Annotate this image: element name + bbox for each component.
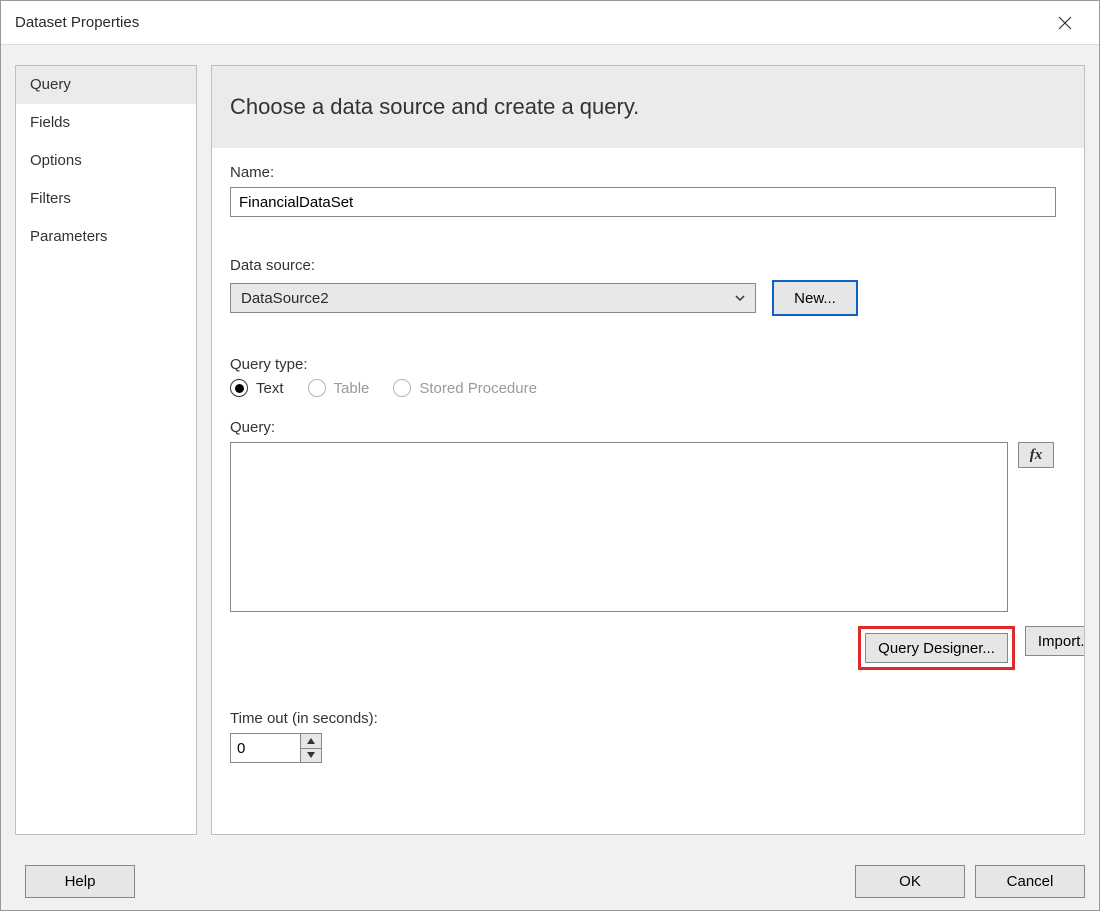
querytype-radio-group: Text Table Stored Procedure: [230, 379, 1066, 397]
sidebar-item-query[interactable]: Query: [16, 66, 196, 104]
sidebar-item-fields[interactable]: Fields: [16, 104, 196, 142]
titlebar: Dataset Properties: [1, 1, 1099, 45]
spinner-buttons: [300, 733, 322, 763]
radio-table: Table: [308, 379, 370, 397]
ok-button[interactable]: OK: [855, 865, 965, 898]
sidebar-item-label: Filters: [30, 190, 71, 207]
close-button[interactable]: [1045, 1, 1085, 45]
cancel-button[interactable]: Cancel: [975, 865, 1085, 898]
button-label: Help: [65, 873, 96, 890]
radio-icon: [308, 379, 326, 397]
sidebar-item-filters[interactable]: Filters: [16, 180, 196, 218]
sidebar: Query Fields Options Filters Parameters: [15, 65, 197, 835]
radio-text[interactable]: Text: [230, 379, 284, 397]
import-button[interactable]: Import...: [1025, 626, 1084, 656]
query-textarea[interactable]: [230, 442, 1008, 612]
dialog-body: Query Fields Options Filters Parameters …: [1, 45, 1099, 852]
spinner-down-button[interactable]: [301, 749, 321, 763]
radio-label: Table: [334, 380, 370, 397]
name-label: Name:: [230, 164, 1066, 181]
fx-icon: fx: [1030, 447, 1043, 464]
sidebar-item-options[interactable]: Options: [16, 142, 196, 180]
button-label: Import...: [1038, 633, 1084, 650]
triangle-up-icon: [307, 738, 315, 744]
radio-label: Text: [256, 380, 284, 397]
triangle-down-icon: [307, 752, 315, 758]
main-panel: Choose a data source and create a query.…: [211, 65, 1085, 835]
querytype-label: Query type:: [230, 356, 1066, 373]
query-label: Query:: [230, 419, 1066, 436]
window-title: Dataset Properties: [15, 14, 1045, 31]
dialog-footer: Help OK Cancel: [1, 852, 1099, 910]
radio-label: Stored Procedure: [419, 380, 537, 397]
timeout-spinner[interactable]: [230, 733, 322, 763]
sidebar-item-label: Parameters: [30, 228, 108, 245]
datasource-value: DataSource2: [241, 290, 329, 307]
new-datasource-button[interactable]: New...: [772, 280, 858, 316]
sidebar-item-label: Query: [30, 76, 71, 93]
query-button-row: Query Designer... Import... Validate Que…: [462, 626, 1084, 670]
highlight-box: Query Designer...: [858, 626, 1015, 670]
datasource-label: Data source:: [230, 257, 1066, 274]
panel-content: Name: Data source: DataSource2 New... Qu…: [212, 148, 1084, 834]
dataset-properties-dialog: Dataset Properties Query Fields Options …: [0, 0, 1100, 911]
button-label: Query Designer...: [878, 640, 995, 657]
radio-icon: [230, 379, 248, 397]
sidebar-item-parameters[interactable]: Parameters: [16, 218, 196, 256]
datasource-select[interactable]: DataSource2: [230, 283, 756, 313]
new-button-label: New...: [794, 290, 836, 307]
close-icon: [1057, 15, 1073, 31]
timeout-input[interactable]: [230, 733, 300, 763]
button-label: OK: [899, 873, 921, 890]
help-button[interactable]: Help: [25, 865, 135, 898]
chevron-down-icon: [731, 289, 749, 307]
spinner-up-button[interactable]: [301, 734, 321, 749]
sidebar-item-label: Options: [30, 152, 82, 169]
timeout-label: Time out (in seconds):: [230, 710, 1066, 727]
expression-button[interactable]: fx: [1018, 442, 1054, 468]
panel-header: Choose a data source and create a query.: [212, 66, 1084, 148]
query-designer-button[interactable]: Query Designer...: [865, 633, 1008, 663]
radio-stored-procedure: Stored Procedure: [393, 379, 537, 397]
name-input[interactable]: [230, 187, 1056, 217]
button-label: Cancel: [1007, 873, 1054, 890]
sidebar-item-label: Fields: [30, 114, 70, 131]
radio-icon: [393, 379, 411, 397]
